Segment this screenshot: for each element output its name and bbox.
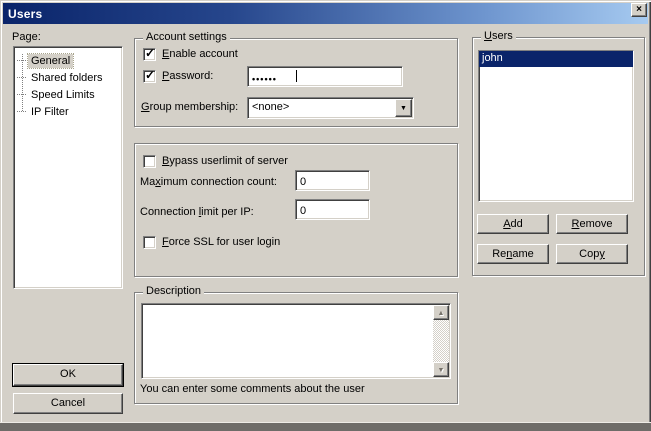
scrollbar-track[interactable]	[433, 320, 449, 362]
tree-branch-icon	[17, 60, 26, 61]
password-checkbox[interactable]: ✓	[143, 70, 156, 83]
ip-limit-label: Connection limit per IP:	[140, 206, 254, 218]
rename-button[interactable]: Rename	[477, 244, 549, 264]
max-connection-input[interactable]	[295, 170, 370, 191]
description-scrollbar[interactable]: ▲ ▼	[433, 305, 449, 377]
ip-limit-input[interactable]	[295, 199, 370, 220]
bypass-userlimit-checkbox[interactable]	[143, 155, 156, 168]
password-field-wrap	[247, 66, 403, 87]
page-label: Page:	[12, 31, 41, 43]
tree-item-ip-filter[interactable]: IP Filter	[14, 103, 122, 120]
force-ssl-checkbox[interactable]	[143, 236, 156, 249]
account-settings-title: Account settings	[143, 31, 230, 43]
close-icon: ×	[636, 4, 642, 15]
scroll-up-button[interactable]: ▲	[433, 305, 449, 320]
group-membership-select[interactable]: <none> ▼	[247, 97, 414, 119]
cancel-button[interactable]: Cancel	[13, 393, 123, 414]
add-button[interactable]: Add	[477, 214, 549, 234]
users-group-title: Users	[481, 30, 516, 42]
max-connection-label: Maximum connection count:	[140, 176, 277, 188]
password-input[interactable]	[247, 66, 403, 87]
description-field: ▲ ▼	[141, 303, 451, 379]
scroll-down-button[interactable]: ▼	[433, 362, 449, 377]
titlebar[interactable]: Users	[3, 3, 648, 24]
window-title: Users	[3, 7, 42, 21]
close-button[interactable]: ×	[631, 3, 647, 17]
check-icon: ✓	[145, 46, 155, 60]
bypass-userlimit-label: Bypass userlimit of server	[162, 155, 288, 167]
dropdown-button[interactable]: ▼	[395, 99, 412, 117]
list-item-john[interactable]: john	[479, 51, 633, 67]
text-cursor	[296, 70, 297, 82]
group-membership-label: Group membership:	[141, 101, 238, 113]
arrow-up-icon: ▲	[438, 310, 445, 317]
tree-item-speed-limits[interactable]: Speed Limits	[14, 86, 122, 103]
group-membership-value: <none>	[252, 101, 289, 113]
arrow-down-icon: ▼	[438, 367, 445, 374]
enable-account-checkbox[interactable]: ✓	[143, 48, 156, 61]
page-tree[interactable]: General Shared folders Speed Limits IP F…	[13, 46, 123, 289]
password-label: Password:	[162, 70, 213, 82]
description-textarea[interactable]	[143, 305, 433, 377]
tree-branch-icon	[17, 111, 26, 112]
users-listbox[interactable]: john	[478, 50, 634, 202]
enable-account-label: Enable account	[162, 48, 238, 60]
tree-item-general[interactable]: General	[14, 52, 122, 69]
tree-branch-icon	[17, 77, 26, 78]
force-ssl-label: Force SSL for user login	[162, 236, 280, 248]
screen-edge-shadow	[0, 422, 651, 431]
tree-branch-icon	[17, 94, 26, 95]
description-hint: You can enter some comments about the us…	[140, 383, 365, 395]
copy-button[interactable]: Copy	[556, 244, 628, 264]
remove-button[interactable]: Remove	[556, 214, 628, 234]
ok-button[interactable]: OK	[13, 364, 123, 386]
users-dialog: Users × Page: General Shared folders Spe…	[0, 0, 651, 431]
description-title: Description	[143, 285, 204, 297]
chevron-down-icon: ▼	[400, 105, 407, 112]
check-icon: ✓	[145, 68, 155, 82]
tree-item-shared-folders[interactable]: Shared folders	[14, 69, 122, 86]
